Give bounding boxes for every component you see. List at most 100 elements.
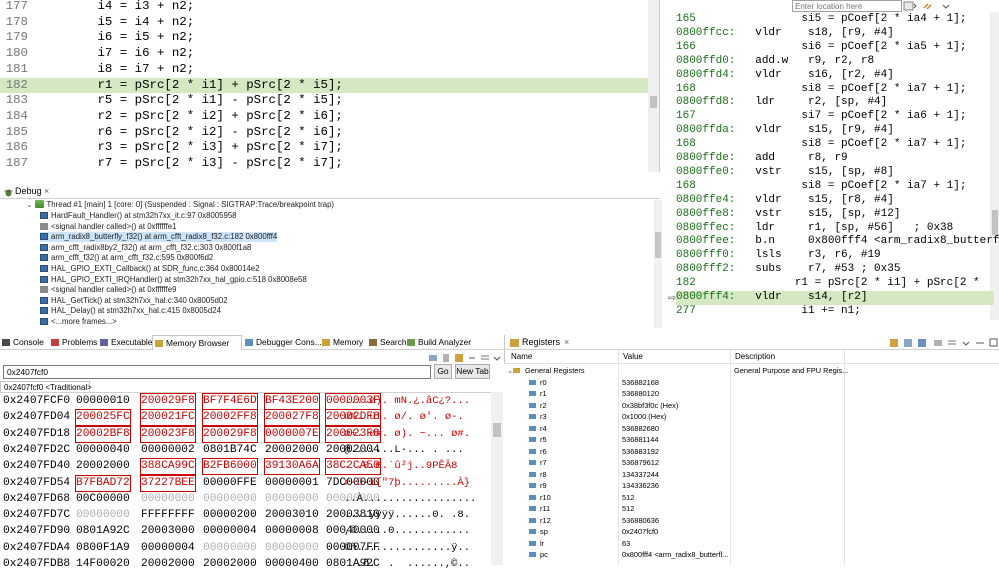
close-icon[interactable]: × (44, 185, 49, 198)
disassembly-source-line[interactable]: 168 si8 = pCoef[2 * ia7 + 1]; (676, 180, 994, 194)
register-value[interactable]: 63 (622, 538, 630, 549)
disassembly-source-line[interactable]: 182 r1 = pSrc[2 * i1] + pSrc[2 * (676, 277, 994, 291)
memory-row[interactable]: 0x2407FD54B7FBAD7237227BEE00000FFE000000… (0, 476, 490, 492)
memory-word[interactable]: 20002000 (265, 443, 319, 458)
column-header-value[interactable]: Value (623, 350, 643, 364)
disassembly-source-line[interactable]: 166 si6 = pCoef[2 * ia5 + 1]; (676, 41, 994, 55)
toolbar-icon[interactable] (947, 338, 957, 348)
bottom-tab[interactable]: Memory Browser (152, 335, 242, 350)
register-value[interactable]: 536879612 (622, 457, 659, 468)
bottom-tab[interactable]: Problems (49, 335, 97, 350)
disassembly-source-line[interactable]: 167 si7 = pCoef[2 * ia6 + 1]; (676, 110, 994, 124)
register-value[interactable]: 536880120 (622, 388, 659, 399)
memory-row[interactable]: 0x2407FD6800C000000000000000000000000000… (0, 492, 490, 508)
memory-rendering-tab[interactable]: 0x2407fcf0 <Traditional> (0, 381, 90, 392)
memory-word[interactable]: 00000000 (203, 492, 257, 507)
bottom-tab[interactable]: Executables (98, 335, 151, 350)
editor-line[interactable]: 177 i4 = i3 + n2; (0, 0, 648, 15)
memory-word[interactable]: 00000200 (203, 508, 257, 523)
register-value[interactable]: 536882680 (622, 423, 659, 434)
memory-word[interactable]: 00000000 (265, 541, 319, 556)
memory-word[interactable]: 00000004 (203, 524, 257, 539)
editor-line[interactable]: 181 i8 = i7 + n2; (0, 62, 648, 78)
bottom-tab[interactable]: Debugger Cons... (243, 335, 319, 350)
memory-row[interactable]: 0x2407FDB814F000202000200020002000000004… (0, 557, 490, 573)
view-menu-icon[interactable] (492, 353, 502, 363)
editor-line[interactable]: 186 r3 = pSrc[2 * i3] + pSrc[2 * i7]; (0, 140, 648, 156)
stack-frame-item[interactable]: <signal handler called>() at 0xffffffe1 (40, 222, 176, 232)
register-row[interactable]: r9134336236 (505, 480, 999, 491)
memory-word[interactable]: 0801A92C (76, 524, 130, 539)
stack-frame-item[interactable]: <signal handler called>() at 0xffffffe9 (40, 285, 176, 295)
disassembly-source-line[interactable]: 168 si8 = pCoef[2 * ia7 + 1]; (676, 138, 994, 152)
memory-word[interactable]: B7FBAD72 (76, 476, 130, 491)
maximize-icon[interactable] (989, 338, 999, 348)
memory-word[interactable]: BF43E200 (265, 394, 319, 409)
register-row[interactable]: r4536882680 (505, 423, 999, 434)
disassembly-instruction[interactable]: 0800ffe8: vstr s15, [sp, #12] (676, 208, 994, 222)
disassembly-instruction[interactable]: 0800fff4: vldr s14, [r2] (676, 291, 994, 305)
disassembly-source-line[interactable]: 165 si5 = pCoef[2 * ia4 + 1]; (676, 13, 994, 27)
register-value[interactable]: 536881144 (622, 434, 658, 445)
register-value[interactable]: 536880636 (622, 515, 659, 526)
disassembly-instruction[interactable]: 0800ffec: ldr r1, [sp, #56] ; 0x38 (676, 222, 994, 236)
bottom-tab[interactable]: Memory (320, 335, 366, 350)
disassembly-instruction[interactable]: 0800ffda: vldr s15, [r9, #4] (676, 124, 994, 138)
stack-frame-item[interactable]: arm_cfft_radix8by2_f32() at arm_cfft_f32… (40, 243, 251, 253)
register-value[interactable]: 0x800fff4 <arm_radix8_butterfl... (622, 549, 728, 560)
memory-row[interactable]: 0x2407FCF000000010200029F8BF7F4E6DBF43E2… (0, 394, 490, 410)
toolbar-icon[interactable] (467, 353, 477, 363)
disassembly-instruction[interactable]: 0800ffe4: vldr s15, [r8, #4] (676, 194, 994, 208)
editor-line[interactable]: 187 r7 = pSrc[2 * i3] - pSrc[2 * i7]; (0, 156, 648, 172)
memory-scrollbar[interactable] (491, 392, 503, 565)
memory-word[interactable]: 00000000 (265, 492, 319, 507)
view-menu-icon[interactable] (961, 338, 971, 348)
stack-frame-item[interactable]: arm_cfft_f32() at arm_cfft_f32.c:595 0x8… (40, 253, 213, 263)
memory-word[interactable]: 00000008 (265, 524, 319, 539)
editor-line[interactable]: 179 i6 = i5 + n2; (0, 30, 648, 46)
register-row[interactable]: r6536883192 (505, 446, 999, 457)
new-tab-button[interactable]: New Tab (455, 364, 490, 379)
go-button[interactable]: Go (434, 364, 452, 379)
register-row[interactable]: r7536879612 (505, 457, 999, 468)
disassembly-instruction[interactable]: 0800ffd4: vldr s16, [r2, #4] (676, 69, 994, 83)
register-group-general[interactable]: ⌄General RegistersGeneral Purpose and FP… (505, 365, 999, 376)
register-row[interactable]: sp0x2407fcf0 (505, 526, 999, 537)
memory-word[interactable]: 00000000 (141, 492, 195, 507)
close-icon[interactable]: × (564, 336, 569, 349)
thread-item[interactable]: ⌄Thread #1 [main] 1 [core: 0] (Suspended… (26, 200, 334, 210)
toolbar-icon[interactable] (441, 353, 451, 363)
memory-word[interactable]: 200021FC (141, 410, 195, 425)
register-row[interactable]: r20x38bf3f0c (Hex) (505, 400, 999, 411)
memory-row[interactable]: 0x2407FD1820002BF8200023F8200029F8000000… (0, 427, 490, 443)
register-value[interactable]: 512 (622, 492, 634, 503)
stack-frame-item[interactable]: <...more frames...> (40, 317, 117, 327)
editor-line[interactable]: 184 r2 = pSrc[2 * i2] + pSrc[2 * i6]; (0, 109, 648, 125)
memory-row[interactable]: 0x2407FD4020002000388CA99CB2FB600039130A… (0, 459, 490, 475)
register-value[interactable]: 512 (622, 503, 634, 514)
memory-scrollbar-thumb[interactable] (493, 423, 501, 437)
memory-word[interactable]: 00000040 (76, 443, 130, 458)
disassembly-instruction[interactable]: 0800ffe0: vstr s15, [sp, #8] (676, 166, 994, 180)
disassembly-source-line[interactable]: 277 i1 += n1; (676, 305, 994, 319)
stack-frame-item[interactable]: arm_radix8_butterfly_f32() at arm_cfft_r… (40, 232, 277, 242)
memory-word[interactable]: 20002000 (76, 459, 130, 474)
register-value[interactable]: 0x2407fcf0 (622, 526, 658, 537)
memory-word[interactable]: FFFFFFFF (141, 508, 195, 523)
toolbar-icon[interactable] (428, 353, 438, 363)
memory-ascii[interactable]: r-û·î{"7þ.........À} (344, 476, 470, 491)
memory-row[interactable]: 0x2407FD900801A92C2000300000000004000000… (0, 524, 490, 540)
memory-word[interactable]: 00000000 (203, 541, 257, 556)
memory-word[interactable]: 00000004 (141, 541, 195, 556)
memory-grid[interactable]: 0x2407FCF000000010200029F8BF7F4E6DBF43E2… (0, 392, 503, 565)
toolbar-icon[interactable] (903, 338, 913, 348)
register-row[interactable]: r8134337244 (505, 469, 999, 480)
stack-frame-item[interactable]: HAL_Delay() at stm32h7xx_hal.c:415 0x800… (40, 306, 221, 316)
memory-word[interactable]: B2FB6000 (203, 459, 257, 474)
memory-row[interactable]: 0x2407FD7C00000000FFFFFFFF00000200200030… (0, 508, 490, 524)
disassembly-instruction[interactable]: 0800ffcc: vldr s18, [r9, #4] (676, 27, 994, 41)
register-row[interactable]: lr63 (505, 538, 999, 549)
memory-word[interactable]: 200023F8 (141, 427, 195, 442)
bottom-tab[interactable]: Build Analyzer (405, 335, 475, 350)
tab-debug[interactable]: Debug (15, 185, 42, 198)
